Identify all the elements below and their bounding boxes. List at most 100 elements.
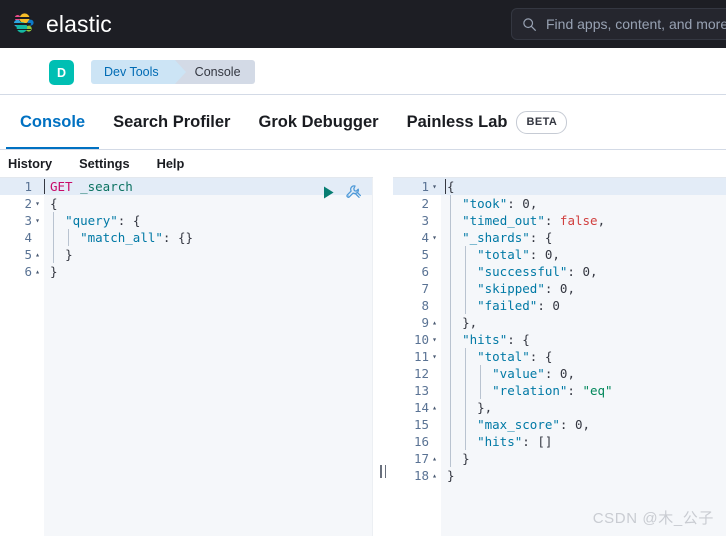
watermark: CSDN @木_公子 (592, 510, 714, 527)
breadcrumb-item-console[interactable]: Console (174, 60, 255, 84)
indent-guide (465, 246, 467, 263)
user-avatar[interactable]: D (49, 60, 74, 85)
text-caret (445, 179, 446, 194)
breadcrumb-item-dev-tools-label: Dev Tools (104, 65, 159, 79)
splitter-grip-icon (380, 465, 386, 478)
code-line[interactable]: } (44, 246, 373, 263)
response-output-gutter[interactable]: 1 ▾ 2 3 4 ▾ 5 6 7 8 9 ▴ 10 ▾ 11 ▾ 12 13 14 ▴ 15 16 17 ▴ 18 ▴ (393, 178, 441, 536)
indent-guide (450, 297, 452, 314)
code-line[interactable]: "took": 0, (441, 195, 726, 212)
global-search-input[interactable]: Find apps, content, and more (511, 8, 726, 40)
tab-console-label: Console (20, 112, 86, 131)
tab-painless-lab-label: Painless Lab (406, 112, 508, 131)
global-search-placeholder: Find apps, content, and more (546, 16, 726, 32)
indent-guide (53, 229, 55, 246)
indent-guide (450, 263, 452, 280)
fold-expand-icon[interactable]: ▴ (430, 314, 439, 331)
gutter-line-number: 17 ▴ (393, 450, 441, 467)
request-editor-content[interactable]: GET _search{ "query": { "match_all": {} … (44, 178, 373, 536)
indent-guide (450, 331, 452, 348)
fold-collapse-icon[interactable]: ▾ (430, 348, 439, 365)
fold-collapse-icon[interactable]: ▾ (430, 331, 439, 348)
hamburger-menu-icon[interactable] (13, 13, 33, 33)
code-line[interactable]: "total": { (441, 348, 726, 365)
wrench-icon[interactable] (345, 184, 362, 201)
code-line[interactable]: }, (441, 314, 726, 331)
indent-guide (450, 416, 452, 433)
indent-guide (465, 365, 467, 382)
sub-nav-item-settings[interactable]: Settings (79, 156, 129, 171)
breadcrumb-item-dev-tools[interactable]: Dev Tools (91, 60, 186, 84)
pane-splitter[interactable] (373, 177, 393, 536)
fold-expand-icon[interactable]: ▴ (33, 246, 42, 263)
code-line[interactable]: "query": { (44, 212, 373, 229)
indent-guide (450, 229, 452, 246)
indent-guide (465, 280, 467, 297)
code-line[interactable]: "hits": { (441, 331, 726, 348)
code-line[interactable]: "hits": [] (441, 433, 726, 450)
code-line[interactable]: "failed": 0 (441, 297, 726, 314)
indent-guide (450, 348, 452, 365)
breadcrumb-item-console-label: Console (194, 65, 241, 79)
indent-guide (465, 348, 467, 365)
sub-nav-item-history[interactable]: History (8, 156, 52, 171)
gutter-line-number: 8 (421, 298, 429, 313)
gutter-line-number: 7 (421, 281, 429, 296)
play-icon[interactable] (321, 185, 336, 200)
code-line[interactable]: "timed_out": false, (441, 212, 726, 229)
code-line[interactable]: }, (441, 399, 726, 416)
brand-wordmark: elastic (46, 11, 112, 37)
gutter-line-number: 2 ▾ (0, 195, 44, 212)
response-output-content[interactable]: { "took": 0, "timed_out": false, "_shard… (441, 178, 726, 536)
gutter-line-number: 5 ▴ (0, 246, 44, 263)
fold-collapse-icon[interactable]: ▾ (430, 178, 439, 195)
app-tab-bar: Console Search Profiler Grok Debugger Pa… (0, 95, 726, 150)
gutter-line-number: 5 (421, 247, 429, 262)
fold-expand-icon[interactable]: ▴ (430, 399, 439, 416)
indent-guide (480, 382, 482, 399)
fold-expand-icon[interactable]: ▴ (430, 467, 439, 484)
fold-collapse-icon[interactable]: ▾ (33, 212, 42, 229)
console-body: 1 2 ▾ 3 ▾ 4 5 ▴ 6 ▴ GET _search{ "query": { "matc… (0, 177, 726, 536)
code-line[interactable]: } (441, 467, 726, 484)
code-line[interactable]: "max_score": 0, (441, 416, 726, 433)
response-output-pane[interactable]: 1 ▾ 2 3 4 ▾ 5 6 7 8 9 ▴ 10 ▾ 11 ▾ 12 13 14 ▴ 15 16 17 ▴ 18 ▴ { "t… (393, 178, 726, 536)
tab-console[interactable]: Console (6, 95, 100, 149)
indent-guide (450, 365, 452, 382)
gutter-line-number: 4 ▾ (393, 229, 441, 246)
code-line[interactable]: "match_all": {} (44, 229, 373, 246)
request-editor-gutter[interactable]: 1 2 ▾ 3 ▾ 4 5 ▴ 6 ▴ (0, 178, 44, 536)
gutter-line-number: 16 (413, 434, 429, 449)
fold-collapse-icon[interactable]: ▾ (430, 229, 439, 246)
indent-guide (450, 382, 452, 399)
indent-guide (465, 263, 467, 280)
editor-action-buttons (321, 184, 362, 201)
fold-expand-icon[interactable]: ▴ (430, 450, 439, 467)
fold-expand-icon[interactable]: ▴ (33, 263, 42, 280)
code-line[interactable]: "successful": 0, (441, 263, 726, 280)
code-line[interactable]: "_shards": { (441, 229, 726, 246)
gutter-line-number: 3 ▾ (0, 212, 44, 229)
text-caret (44, 179, 45, 194)
tab-grok-debugger[interactable]: Grok Debugger (244, 95, 392, 149)
code-line[interactable]: "skipped": 0, (441, 280, 726, 297)
fold-collapse-icon[interactable]: ▾ (33, 195, 42, 212)
gutter-line-number: 6 ▴ (0, 263, 44, 280)
indent-guide (450, 399, 452, 416)
indent-guide (450, 314, 452, 331)
sub-nav-item-help[interactable]: Help (157, 156, 185, 171)
code-line[interactable]: "relation": "eq" (441, 382, 726, 399)
code-line[interactable]: } (441, 450, 726, 467)
gutter-line-number: 11 ▾ (393, 348, 441, 365)
code-line[interactable]: "total": 0, (441, 246, 726, 263)
tab-search-profiler-label: Search Profiler (113, 112, 231, 131)
gutter-line-number: 12 (413, 366, 429, 381)
code-line[interactable]: { (441, 178, 726, 195)
tab-search-profiler[interactable]: Search Profiler (99, 95, 244, 149)
code-line[interactable]: } (44, 263, 373, 280)
tab-painless-lab[interactable]: Painless Lab BETA (393, 95, 582, 149)
gutter-line-number: 13 (413, 383, 429, 398)
code-line[interactable]: "value": 0, (441, 365, 726, 382)
request-editor-pane[interactable]: 1 2 ▾ 3 ▾ 4 5 ▴ 6 ▴ GET _search{ "query": { "matc… (0, 178, 373, 536)
gutter-line-number: 1 ▾ (393, 178, 441, 195)
